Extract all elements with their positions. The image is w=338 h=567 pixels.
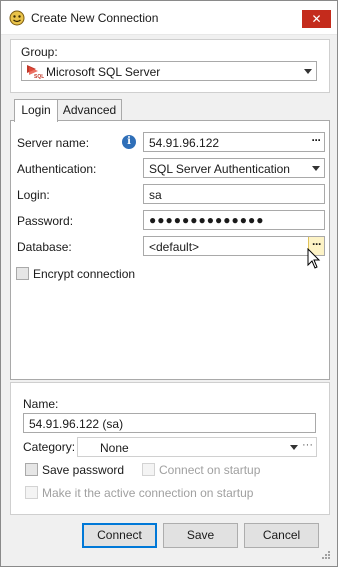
password-label: Password: <box>17 214 74 228</box>
login-label: Login: <box>17 188 50 202</box>
mouse-pointer-icon <box>307 248 321 269</box>
info-icon[interactable]: i <box>122 135 136 149</box>
group-value: Microsoft SQL Server <box>46 65 161 79</box>
connection-name-value: 54.91.96.122 (sa) <box>29 417 124 431</box>
tab-strip: Login Advanced <box>10 99 330 122</box>
chevron-down-icon <box>312 166 320 171</box>
database-label: Database: <box>17 240 72 254</box>
password-input[interactable]: ●●●●●●●●●●●●●● <box>143 210 325 230</box>
connection-name-input[interactable]: 54.91.96.122 (sa) <box>23 413 316 433</box>
login-tab-panel: Server name: i 54.91.96.122 ··· Authenti… <box>10 120 330 380</box>
connect-on-startup-label: Connect on startup <box>159 463 261 477</box>
password-value: ●●●●●●●●●●●●●● <box>149 213 265 227</box>
save-password-label: Save password <box>42 463 125 477</box>
close-icon: ✕ <box>311 12 322 26</box>
authentication-value: SQL Server Authentication <box>149 162 290 176</box>
group-select[interactable]: SQL Microsoft SQL Server <box>21 61 317 81</box>
save-button[interactable]: Save <box>163 523 238 548</box>
category-browse-button[interactable]: ··· <box>302 439 313 451</box>
name-label: Name: <box>23 397 59 411</box>
database-value: <default> <box>149 240 200 254</box>
login-input[interactable]: sa <box>143 184 325 204</box>
group-label: Group: <box>21 45 58 59</box>
server-browse-button[interactable]: ··· <box>308 133 324 151</box>
svg-text:SQL: SQL <box>34 74 44 79</box>
connect-button[interactable]: Connect <box>82 523 157 548</box>
tab-login[interactable]: Login <box>14 99 58 122</box>
chevron-down-icon <box>304 69 312 74</box>
group-panel: Group: SQL Microsoft SQL Server <box>10 39 330 93</box>
connect-on-startup-checkbox[interactable] <box>142 463 155 476</box>
category-value: None <box>100 441 129 455</box>
sql-server-icon: SQL <box>27 65 44 79</box>
chevron-down-icon <box>290 445 298 450</box>
create-connection-dialog: Create New Connection ✕ Group: SQL Micro… <box>0 0 338 567</box>
window-title: Create New Connection <box>31 11 159 25</box>
save-password-checkbox[interactable] <box>25 463 38 476</box>
close-button[interactable]: ✕ <box>302 10 331 28</box>
database-input[interactable]: <default> ··· <box>143 236 325 256</box>
active-on-startup-label: Make it the active connection on startup <box>42 486 254 500</box>
title-bar: Create New Connection ✕ <box>1 1 337 35</box>
category-select[interactable]: None ··· <box>77 437 317 457</box>
resize-grip-icon[interactable] <box>321 550 331 560</box>
server-name-input[interactable]: 54.91.96.122 ··· <box>143 132 325 152</box>
category-label: Category: <box>23 440 76 454</box>
encrypt-connection-label: Encrypt connection <box>33 267 136 281</box>
encrypt-connection-checkbox[interactable] <box>16 267 29 280</box>
cancel-button[interactable]: Cancel <box>244 523 319 548</box>
authentication-label: Authentication: <box>17 162 97 176</box>
active-on-startup-checkbox[interactable] <box>25 486 38 499</box>
server-name-label: Server name: <box>17 136 90 150</box>
tab-advanced[interactable]: Advanced <box>57 99 122 121</box>
authentication-select[interactable]: SQL Server Authentication <box>143 158 325 178</box>
server-name-value: 54.91.96.122 <box>149 136 220 150</box>
connection-settings-panel: Name: 54.91.96.122 (sa) Category: None ·… <box>10 382 330 515</box>
login-value: sa <box>149 188 162 202</box>
app-icon <box>9 10 25 26</box>
